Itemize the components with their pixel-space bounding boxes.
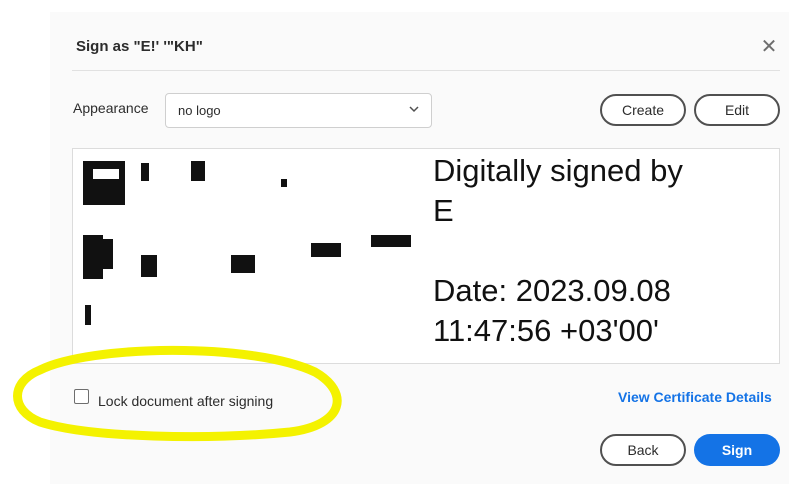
lock-document-label: Lock document after signing	[98, 393, 274, 409]
sign-button[interactable]: Sign	[694, 434, 780, 466]
dialog-title: Sign as "E!' '"KH"	[76, 38, 203, 55]
signature-preview: Digitally signed by E Date: 2023.09.08 1…	[72, 148, 780, 364]
close-icon[interactable]: ✕	[758, 36, 780, 58]
signature-line-1: Digitally signed by	[433, 153, 683, 188]
signature-time-line: 11:47:56 +03'00'	[433, 313, 659, 348]
edit-button[interactable]: Edit	[694, 94, 780, 126]
signature-date-line: Date: 2023.09.08	[433, 273, 671, 308]
title-divider	[72, 70, 780, 71]
signature-name-redacted	[81, 155, 421, 355]
signature-details: Digitally signed by E Date: 2023.09.08 1…	[433, 151, 773, 351]
view-certificate-details-link[interactable]: View Certificate Details	[618, 389, 772, 405]
back-button[interactable]: Back	[600, 434, 686, 466]
signature-line-2: E	[433, 193, 454, 228]
appearance-dropdown[interactable]: no logo	[165, 93, 432, 128]
appearance-selected-value: no logo	[178, 103, 221, 118]
lock-document-checkbox[interactable]	[74, 389, 89, 404]
appearance-label: Appearance	[73, 100, 149, 116]
chevron-down-icon	[409, 106, 419, 113]
signature-line-3	[433, 231, 773, 271]
create-button[interactable]: Create	[600, 94, 686, 126]
